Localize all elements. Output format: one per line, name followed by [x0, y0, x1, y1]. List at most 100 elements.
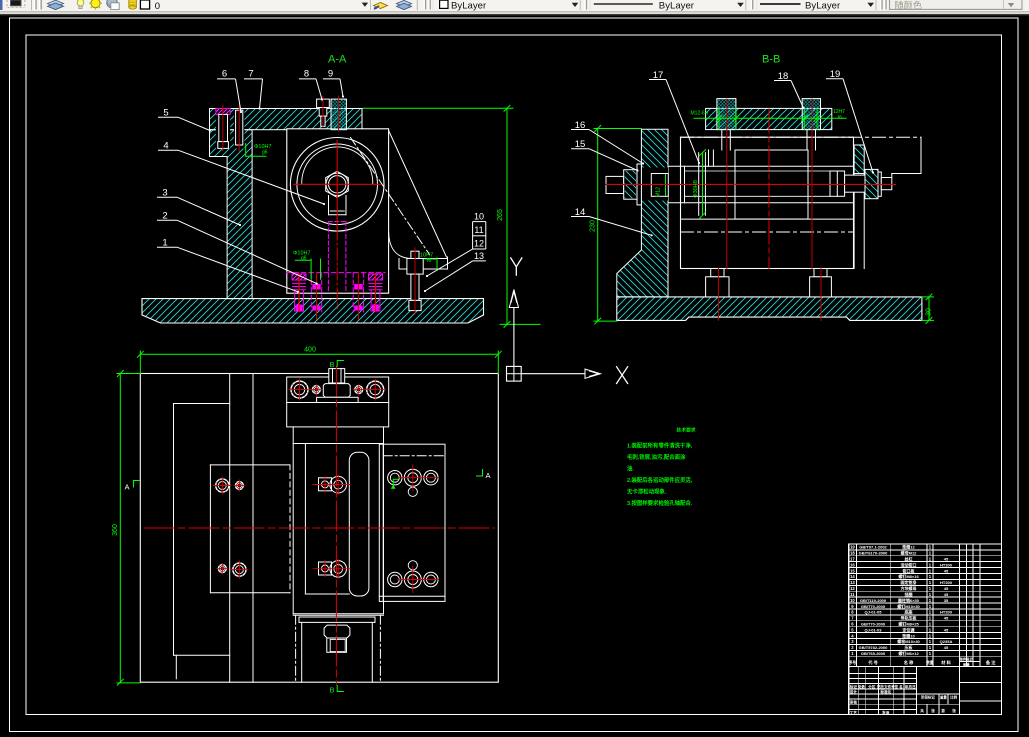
svg-text:A: A [124, 483, 129, 492]
svg-text:比例: 比例 [950, 695, 957, 700]
svg-text:ByLayer: ByLayer [659, 1, 695, 12]
svg-text:挡圈: 挡圈 [905, 591, 913, 597]
svg-text:GB/T65-2000: GB/T65-2000 [861, 651, 886, 656]
svg-text:螺钉M6×12: 螺钉M6×12 [898, 650, 919, 656]
svg-text:重量: 重量 [940, 695, 947, 700]
svg-text:螺钉M10×30: 螺钉M10×30 [897, 603, 920, 609]
svg-text:230: 230 [590, 220, 597, 232]
svg-text:0: 0 [155, 1, 160, 12]
svg-text:垫圈12: 垫圈12 [902, 544, 915, 550]
svg-text:GB/T5782-2000: GB/T5782-2000 [859, 645, 888, 650]
svg-text:45: 45 [944, 592, 949, 597]
svg-text:螺栓M10×40: 螺栓M10×40 [897, 638, 920, 644]
svg-text:材 料: 材 料 [940, 659, 951, 666]
svg-text:1.装配前所有零件清洗干净,: 1.装配前所有零件清洗干净, [627, 442, 693, 450]
svg-text:HT200: HT200 [940, 562, 953, 567]
svg-text:11: 11 [850, 592, 855, 597]
svg-text:3.按图样要求检验孔轴配合.: 3.按图样要求检验孔轴配合. [627, 499, 693, 507]
svg-text:张: 张 [952, 708, 956, 713]
svg-text:方块螺母: 方块螺母 [901, 585, 917, 591]
svg-text:45: 45 [944, 556, 949, 561]
svg-text:ByLayer: ByLayer [805, 1, 841, 12]
svg-text:序号: 序号 [848, 660, 857, 665]
svg-text:B-B: B-B [762, 54, 780, 66]
svg-text:阶段标记: 阶段标记 [921, 695, 935, 700]
svg-text:GB/T119-2000: GB/T119-2000 [860, 598, 887, 603]
svg-text:第: 第 [941, 708, 945, 713]
svg-text:油.: 油. [627, 465, 634, 473]
svg-text:15: 15 [850, 568, 855, 573]
svg-text:45: 45 [944, 568, 949, 573]
svg-text:11: 11 [474, 225, 483, 235]
svg-text:265: 265 [497, 209, 504, 221]
svg-text:18: 18 [850, 551, 855, 556]
svg-text:签 名: 签 名 [895, 684, 904, 689]
svg-text:技术要求: 技术要求 [676, 427, 695, 434]
svg-text:垫圈10: 垫圈10 [902, 632, 915, 638]
svg-text:45: 45 [944, 586, 949, 591]
svg-text:360: 360 [112, 524, 119, 536]
svg-text:GB/T97.1-2002: GB/T97.1-2002 [859, 545, 887, 550]
svg-text:45: 45 [944, 616, 949, 621]
svg-text:45: 45 [944, 645, 949, 650]
svg-text:年月日: 年月日 [905, 684, 916, 689]
svg-text:g6: g6 [262, 150, 268, 156]
svg-text:30: 30 [926, 308, 933, 316]
svg-text:标准化: 标准化 [879, 689, 891, 694]
svg-text:QJ-01-05: QJ-01-05 [865, 610, 883, 615]
svg-text:Q235A: Q235A [940, 639, 953, 644]
svg-text:圆柱销6×30: 圆柱销6×30 [898, 597, 920, 603]
svg-text:共: 共 [920, 708, 924, 713]
svg-text:f6: f6 [838, 115, 842, 120]
svg-text:35: 35 [944, 598, 949, 603]
svg-text:设计: 设计 [850, 689, 858, 694]
svg-text:14: 14 [850, 574, 855, 579]
svg-text:8: 8 [304, 69, 309, 80]
svg-text:底座: 底座 [904, 609, 913, 615]
svg-text:17: 17 [850, 556, 855, 561]
svg-text:处数: 处数 [857, 684, 865, 689]
svg-text:丝杠: 丝杠 [905, 555, 913, 561]
svg-text:螺母M12: 螺母M12 [901, 550, 918, 556]
svg-text:B: B [329, 686, 334, 695]
svg-text:HT200: HT200 [940, 610, 953, 615]
svg-text:名 称: 名 称 [904, 659, 914, 666]
svg-text:钳口板: 钳口板 [903, 567, 916, 573]
svg-text:B: B [329, 360, 334, 369]
svg-text:12: 12 [474, 238, 484, 248]
svg-text:10: 10 [850, 598, 855, 603]
svg-text:压板: 压板 [905, 644, 914, 650]
svg-text:导轨压板: 导轨压板 [901, 615, 918, 621]
svg-text:更改文件号: 更改文件号 [876, 684, 895, 689]
svg-text:A: A [485, 471, 490, 480]
svg-text:螺钉M8×16: 螺钉M8×16 [898, 573, 919, 579]
svg-text:重量: 重量 [963, 662, 970, 667]
svg-text:审核: 审核 [850, 700, 858, 705]
svg-text:ByLayer: ByLayer [451, 1, 487, 12]
svg-text:A-A: A-A [328, 54, 347, 66]
svg-text:螺钉M8×25: 螺钉M8×25 [898, 620, 919, 626]
svg-text:活动钳口: 活动钳口 [901, 561, 917, 567]
svg-text:9: 9 [328, 69, 333, 80]
svg-text:13: 13 [474, 251, 484, 261]
svg-text:分区: 分区 [868, 684, 876, 689]
svg-text:定位键: 定位键 [902, 626, 915, 632]
svg-text:标记: 标记 [849, 684, 858, 689]
svg-text:HT200: HT200 [940, 580, 953, 585]
svg-text:7: 7 [248, 69, 253, 80]
svg-text:12: 12 [850, 586, 855, 591]
svg-text:无卡滞松动现象.: 无卡滞松动现象. [627, 488, 667, 496]
svg-text:QJ-01-03: QJ-01-03 [865, 627, 883, 632]
svg-text:GB/T70-2000: GB/T70-2000 [861, 604, 886, 609]
svg-text:13: 13 [850, 580, 855, 585]
svg-text:张: 张 [931, 708, 935, 713]
svg-text:GB/T70-2000: GB/T70-2000 [861, 621, 886, 626]
svg-text:数量: 数量 [925, 660, 934, 665]
svg-text:GB/T6170-2000: GB/T6170-2000 [859, 551, 888, 556]
svg-text:随颜色: 随颜色 [895, 0, 923, 10]
svg-text:10: 10 [474, 211, 484, 221]
svg-text:代 号: 代 号 [867, 659, 878, 666]
svg-text:19: 19 [850, 545, 855, 550]
svg-text:备 注: 备 注 [986, 659, 996, 666]
svg-text:2.装配后各运动部件应灵活,: 2.装配后各运动部件应灵活, [627, 476, 693, 484]
